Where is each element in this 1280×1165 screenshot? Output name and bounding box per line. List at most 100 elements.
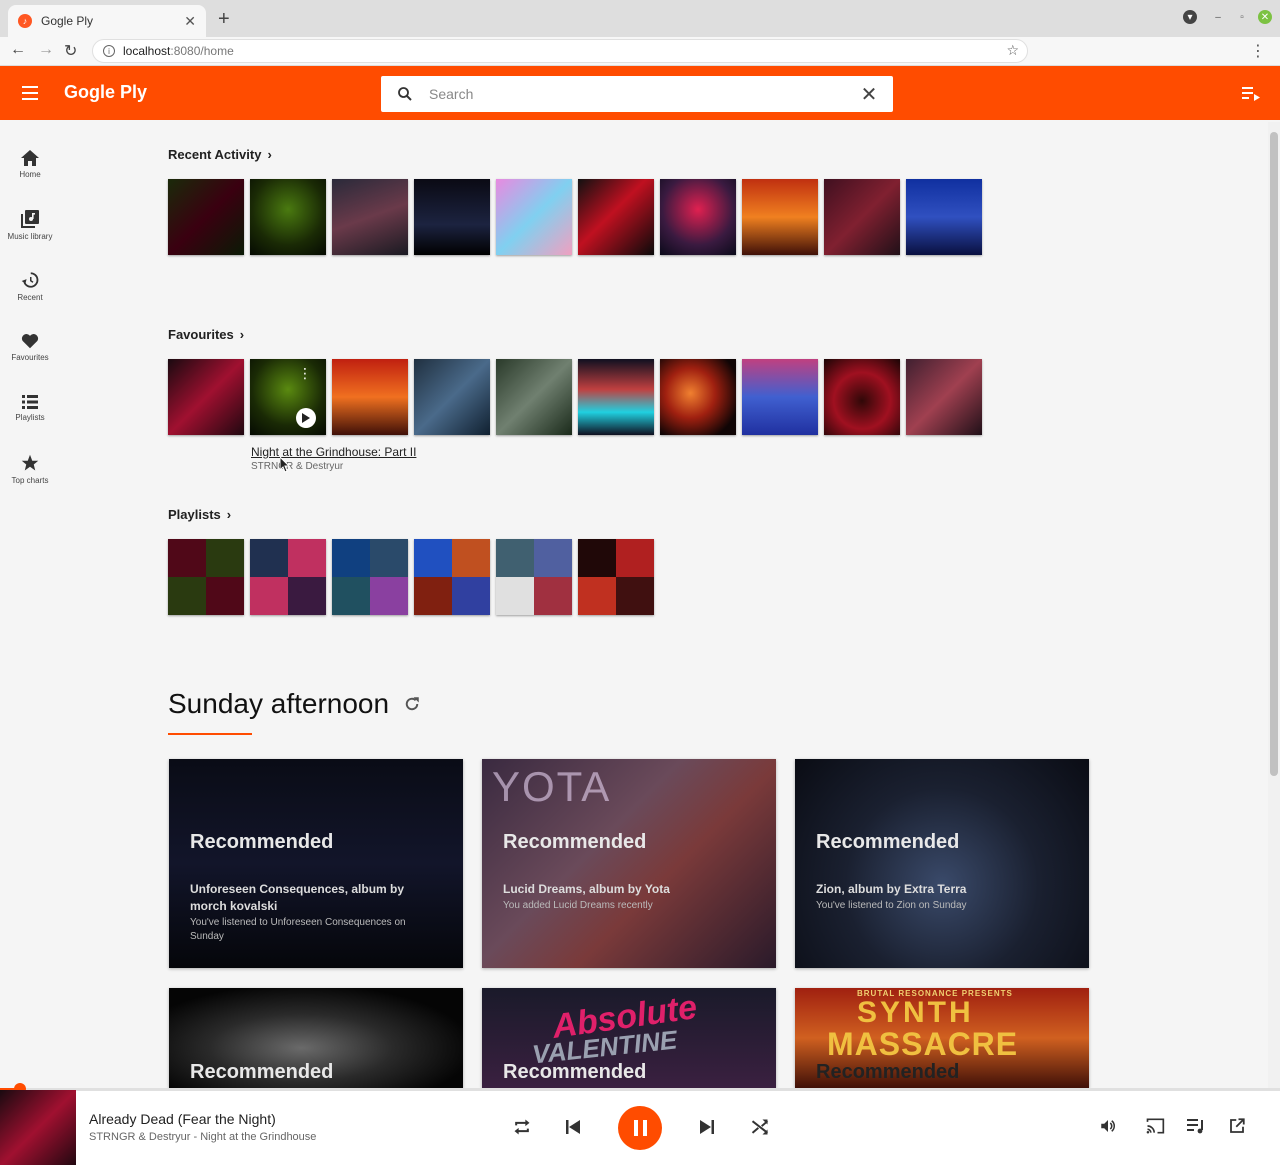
sidebar-item-playlists[interactable]: Playlists bbox=[0, 378, 60, 439]
album-thumb[interactable] bbox=[578, 359, 654, 435]
album-thumb[interactable] bbox=[578, 179, 654, 255]
section-title: Recent Activity bbox=[168, 147, 262, 162]
album-thumb[interactable] bbox=[332, 359, 408, 435]
bookmark-star-icon[interactable]: ☆ bbox=[1006, 42, 1019, 59]
search-bar[interactable]: ✕ bbox=[381, 76, 893, 112]
sidebar-item-label: Playlists bbox=[15, 413, 45, 422]
album-thumb-hovered[interactable]: ⋮ bbox=[250, 359, 326, 435]
sidebar-item-home[interactable]: Home bbox=[0, 134, 60, 195]
queue-music-icon[interactable] bbox=[1187, 1117, 1205, 1135]
album-thumb[interactable] bbox=[742, 359, 818, 435]
playlist-thumb[interactable] bbox=[496, 539, 572, 615]
card-title: Lucid Dreams, album by Yota bbox=[503, 882, 670, 896]
address-bar[interactable]: i localhost:8080/home ☆ bbox=[92, 39, 1028, 63]
card-art-text: MASSACRE bbox=[827, 1026, 1019, 1062]
playlist-thumb[interactable] bbox=[414, 539, 490, 615]
url-host: localhost bbox=[123, 44, 171, 58]
recommendation-card[interactable]: Recommended bbox=[169, 988, 463, 1088]
menu-icon[interactable] bbox=[22, 86, 38, 100]
refresh-icon[interactable] bbox=[403, 695, 421, 713]
album-thumb[interactable] bbox=[414, 359, 490, 435]
sidebar-item-favourites[interactable]: Favourites bbox=[0, 317, 60, 378]
minimize-icon[interactable]: – bbox=[1211, 10, 1225, 24]
tab-close-icon[interactable]: ✕ bbox=[184, 13, 196, 30]
hover-album-artist[interactable]: STRNGR & Destryur bbox=[251, 461, 416, 472]
pause-button[interactable] bbox=[618, 1106, 662, 1150]
back-icon[interactable]: ← bbox=[10, 41, 26, 59]
maximize-icon[interactable]: ▫ bbox=[1235, 10, 1249, 24]
album-thumb[interactable] bbox=[742, 179, 818, 255]
page-scrollbar[interactable] bbox=[1268, 122, 1280, 1088]
shuffle-icon[interactable] bbox=[750, 1117, 770, 1137]
mix-title-text: Sunday afternoon bbox=[168, 688, 390, 719]
album-thumb[interactable] bbox=[496, 179, 572, 255]
next-icon[interactable] bbox=[700, 1120, 714, 1134]
favourites-row: ⋮ bbox=[168, 359, 982, 435]
profile-icon[interactable]: ▾ bbox=[1183, 10, 1197, 24]
card-label: Recommended bbox=[816, 1061, 960, 1083]
playlist-thumb[interactable] bbox=[250, 539, 326, 615]
album-thumb[interactable] bbox=[414, 179, 490, 255]
recommendation-card[interactable]: YOTA Recommended Lucid Dreams, album by … bbox=[482, 759, 776, 968]
card-title: Unforeseen Consequences, album by morch … bbox=[190, 882, 405, 913]
sidebar-item-label: Home bbox=[19, 170, 41, 179]
sidebar-item-music-library[interactable]: Music library bbox=[0, 195, 60, 256]
site-info-icon[interactable]: i bbox=[103, 45, 115, 57]
repeat-icon[interactable] bbox=[512, 1117, 532, 1137]
album-thumb[interactable] bbox=[332, 179, 408, 255]
section-recent-activity[interactable]: Recent Activity › bbox=[168, 147, 272, 162]
url-path: :8080/home bbox=[170, 44, 234, 58]
sidebar-item-top-charts[interactable]: Top charts bbox=[0, 439, 60, 500]
album-thumb[interactable] bbox=[906, 179, 982, 255]
library-icon bbox=[21, 210, 39, 228]
list-icon bbox=[22, 395, 38, 409]
browser-menu-icon[interactable]: ⋮ bbox=[1250, 41, 1266, 61]
new-tab-icon[interactable]: + bbox=[218, 8, 230, 31]
chevron-right-icon: › bbox=[267, 147, 272, 162]
reload-icon[interactable]: ↻ bbox=[64, 41, 77, 61]
progress-bar[interactable] bbox=[0, 1083, 1280, 1095]
recommendation-card[interactable]: BRUTAL RESONANCE PRESENTS SYNTH MASSACRE… bbox=[795, 988, 1089, 1088]
open-in-new-icon[interactable] bbox=[1228, 1117, 1246, 1135]
recommendation-card[interactable]: Absolute VALENTINE Recommended bbox=[482, 988, 776, 1088]
section-title: Favourites bbox=[168, 327, 234, 342]
section-favourites[interactable]: Favourites › bbox=[168, 327, 244, 342]
album-thumb[interactable] bbox=[168, 179, 244, 255]
play-overlay-icon[interactable] bbox=[296, 408, 316, 428]
album-thumb[interactable] bbox=[250, 179, 326, 255]
browser-toolbar: ← → ↻ i localhost:8080/home ☆ ⋮ bbox=[0, 37, 1280, 66]
album-thumb[interactable] bbox=[824, 179, 900, 255]
scrollbar-thumb[interactable] bbox=[1270, 132, 1278, 776]
playlist-thumb[interactable] bbox=[168, 539, 244, 615]
search-input[interactable] bbox=[429, 86, 845, 102]
album-thumb[interactable] bbox=[660, 179, 736, 255]
album-thumb[interactable] bbox=[660, 359, 736, 435]
search-icon[interactable] bbox=[381, 85, 429, 103]
now-playing-subtitle[interactable]: STRNGR & Destryur - Night at the Grindho… bbox=[89, 1131, 316, 1143]
album-thumb[interactable] bbox=[496, 359, 572, 435]
album-thumb[interactable] bbox=[824, 359, 900, 435]
now-playing-art[interactable] bbox=[0, 1090, 76, 1165]
previous-icon[interactable] bbox=[566, 1120, 580, 1134]
section-playlists[interactable]: Playlists › bbox=[168, 507, 231, 522]
clear-search-icon[interactable]: ✕ bbox=[845, 82, 893, 107]
forward-icon[interactable]: → bbox=[38, 41, 54, 59]
app-logo[interactable]: Gogle Ply bbox=[64, 82, 147, 103]
playlist-thumb[interactable] bbox=[332, 539, 408, 615]
close-window-icon[interactable]: ✕ bbox=[1258, 10, 1272, 24]
card-description: Zion, album by Extra Terra You've listen… bbox=[816, 881, 1066, 913]
album-thumb[interactable] bbox=[906, 359, 982, 435]
recommendation-card[interactable]: Recommended Unforeseen Consequences, alb… bbox=[169, 759, 463, 968]
album-thumb[interactable] bbox=[168, 359, 244, 435]
browser-tab[interactable]: ♪ Gogle Ply ✕ bbox=[8, 5, 206, 37]
queue-icon[interactable] bbox=[1242, 85, 1260, 106]
more-options-icon[interactable]: ⋮ bbox=[298, 365, 312, 382]
sidebar-item-recent[interactable]: Recent bbox=[0, 256, 60, 317]
now-playing-title[interactable]: Already Dead (Fear the Night) bbox=[89, 1111, 276, 1127]
hover-album-title[interactable]: Night at the Grindhouse: Part II bbox=[251, 445, 416, 459]
playlist-thumb[interactable] bbox=[578, 539, 654, 615]
recommendation-card[interactable]: Recommended Zion, album by Extra Terra Y… bbox=[795, 759, 1089, 968]
volume-icon[interactable] bbox=[1099, 1117, 1117, 1135]
cast-icon[interactable] bbox=[1145, 1117, 1165, 1135]
card-label: Recommended bbox=[503, 1061, 647, 1083]
